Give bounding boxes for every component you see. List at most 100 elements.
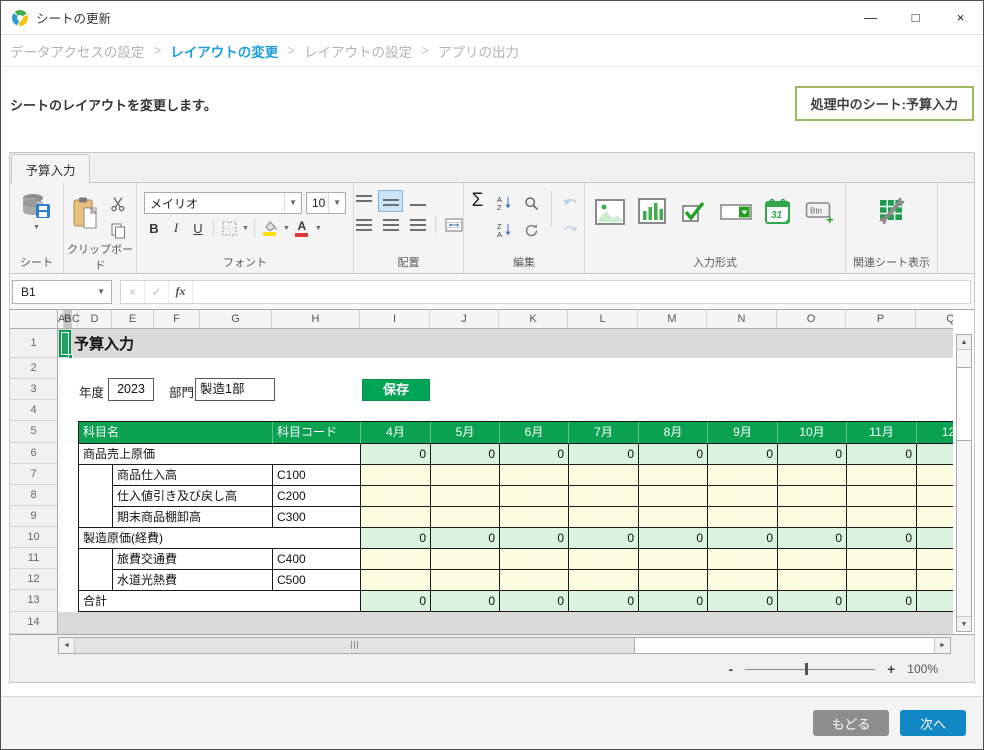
column-header[interactable]: D — [78, 310, 112, 328]
table-value-cell[interactable] — [500, 465, 569, 486]
row-header[interactable]: 9 — [10, 506, 57, 527]
column-header[interactable]: F — [154, 310, 200, 328]
row-header[interactable]: 3 — [10, 379, 57, 400]
table-value-cell[interactable] — [778, 570, 847, 591]
table-value-cell[interactable] — [708, 465, 778, 486]
cut-button[interactable] — [107, 194, 129, 214]
table-value-cell[interactable] — [639, 549, 708, 570]
font-name-select[interactable]: メイリオ ▼ — [144, 192, 302, 214]
underline-button[interactable]: U — [188, 218, 208, 238]
table-value-cell[interactable]: 0 — [917, 444, 953, 465]
table-value-cell[interactable] — [708, 549, 778, 570]
row-header[interactable]: 13 — [10, 590, 57, 612]
table-value-cell[interactable] — [569, 570, 639, 591]
breadcrumb-item[interactable]: レイアウトの設定 — [304, 41, 412, 61]
paste-button[interactable] — [71, 192, 101, 241]
table-value-cell[interactable] — [917, 507, 953, 528]
align-middle-button[interactable] — [378, 190, 403, 212]
table-name-cell[interactable]: 期末商品棚卸高 — [113, 507, 273, 528]
column-header[interactable]: E — [112, 310, 154, 328]
table-value-cell[interactable]: 0 — [639, 591, 708, 612]
column-header[interactable]: M — [638, 310, 707, 328]
table-value-cell[interactable]: 0 — [778, 444, 847, 465]
column-header[interactable]: G — [200, 310, 272, 328]
table-value-cell[interactable] — [639, 486, 708, 507]
table-value-cell[interactable]: 0 — [569, 444, 639, 465]
table-value-cell[interactable]: 0 — [361, 528, 431, 549]
table-value-cell[interactable]: 0 — [431, 444, 500, 465]
table-value-cell[interactable]: 0 — [847, 591, 917, 612]
zoom-slider-thumb[interactable] — [805, 663, 808, 675]
align-center-button[interactable] — [378, 214, 403, 236]
row-header[interactable]: 8 — [10, 485, 57, 506]
insert-chart-button[interactable] — [635, 195, 669, 229]
insert-combobox-button[interactable] — [719, 195, 753, 229]
table-value-cell[interactable] — [778, 507, 847, 528]
table-value-cell[interactable]: 0 — [708, 591, 778, 612]
table-value-cell[interactable] — [500, 570, 569, 591]
bold-button[interactable]: B — [144, 218, 164, 238]
redo-button[interactable] — [560, 220, 582, 240]
table-value-cell[interactable]: 0 — [847, 528, 917, 549]
table-header-month[interactable]: 12月 — [917, 422, 953, 444]
table-value-cell[interactable] — [361, 486, 431, 507]
column-header[interactable]: N — [707, 310, 777, 328]
table-header-month[interactable]: 6月 — [500, 422, 569, 444]
table-value-cell[interactable] — [431, 549, 500, 570]
zoom-in-button[interactable]: + — [887, 661, 895, 677]
table-value-cell[interactable] — [639, 507, 708, 528]
scroll-down-arrow[interactable]: ▼ — [957, 616, 971, 631]
table-value-cell[interactable] — [917, 465, 953, 486]
zoom-slider[interactable] — [745, 662, 875, 676]
table-value-cell[interactable] — [778, 465, 847, 486]
insert-image-button[interactable] — [593, 195, 627, 229]
back-button[interactable]: もどる — [813, 710, 889, 736]
table-value-cell[interactable]: 0 — [431, 528, 500, 549]
table-code-cell[interactable]: C400 — [273, 549, 361, 570]
column-header[interactable]: K — [499, 310, 568, 328]
sort-ascending-button[interactable]: AZ — [494, 193, 516, 213]
table-value-cell[interactable] — [431, 465, 500, 486]
scroll-up-arrow[interactable]: ▲ — [957, 335, 971, 350]
table-value-cell[interactable] — [431, 507, 500, 528]
row-header[interactable]: 6 — [10, 443, 57, 464]
breadcrumb-item[interactable]: データアクセスの設定 — [10, 41, 144, 61]
table-header-month[interactable]: 10月 — [778, 422, 847, 444]
column-header[interactable]: P — [846, 310, 916, 328]
breadcrumb-item[interactable]: レイアウトの変更 — [170, 41, 278, 61]
refresh-button[interactable] — [521, 220, 543, 240]
table-value-cell[interactable] — [778, 486, 847, 507]
row-header[interactable]: 14 — [10, 612, 57, 634]
row-header[interactable]: 12 — [10, 569, 57, 590]
table-indent-cell[interactable] — [79, 465, 113, 528]
zoom-out-button[interactable]: - — [728, 661, 733, 677]
table-value-cell[interactable] — [917, 570, 953, 591]
table-value-cell[interactable]: 0 — [778, 591, 847, 612]
insert-function-button[interactable]: fx — [169, 281, 193, 303]
column-header[interactable]: L — [568, 310, 638, 328]
select-all-corner[interactable] — [10, 310, 58, 328]
next-button[interactable]: 次へ — [900, 710, 966, 736]
vertical-scroll-thumb[interactable] — [957, 367, 971, 441]
align-left-button[interactable] — [351, 214, 376, 236]
table-value-cell[interactable] — [847, 465, 917, 486]
table-header-month[interactable]: 5月 — [431, 422, 500, 444]
breadcrumb-item[interactable]: アプリの出力 — [438, 41, 519, 61]
table-value-cell[interactable] — [778, 549, 847, 570]
table-name-cell[interactable]: 商品仕入高 — [113, 465, 273, 486]
table-code-cell[interactable]: C500 — [273, 570, 361, 591]
table-name-cell[interactable]: 商品売上原価 — [79, 444, 361, 465]
table-value-cell[interactable] — [361, 465, 431, 486]
table-value-cell[interactable] — [569, 507, 639, 528]
table-value-cell[interactable]: 0 — [778, 528, 847, 549]
column-header[interactable]: J — [430, 310, 499, 328]
table-value-cell[interactable] — [431, 486, 500, 507]
table-value-cell[interactable]: 0 — [847, 444, 917, 465]
table-name-cell[interactable]: 旅費交通費 — [113, 549, 273, 570]
table-name-cell[interactable]: 仕入値引き及び戻し高 — [113, 486, 273, 507]
table-code-cell[interactable]: C200 — [273, 486, 361, 507]
table-value-cell[interactable] — [847, 486, 917, 507]
selected-cell-b1[interactable] — [59, 330, 71, 357]
formula-input[interactable] — [193, 281, 970, 303]
table-value-cell[interactable]: 0 — [431, 591, 500, 612]
